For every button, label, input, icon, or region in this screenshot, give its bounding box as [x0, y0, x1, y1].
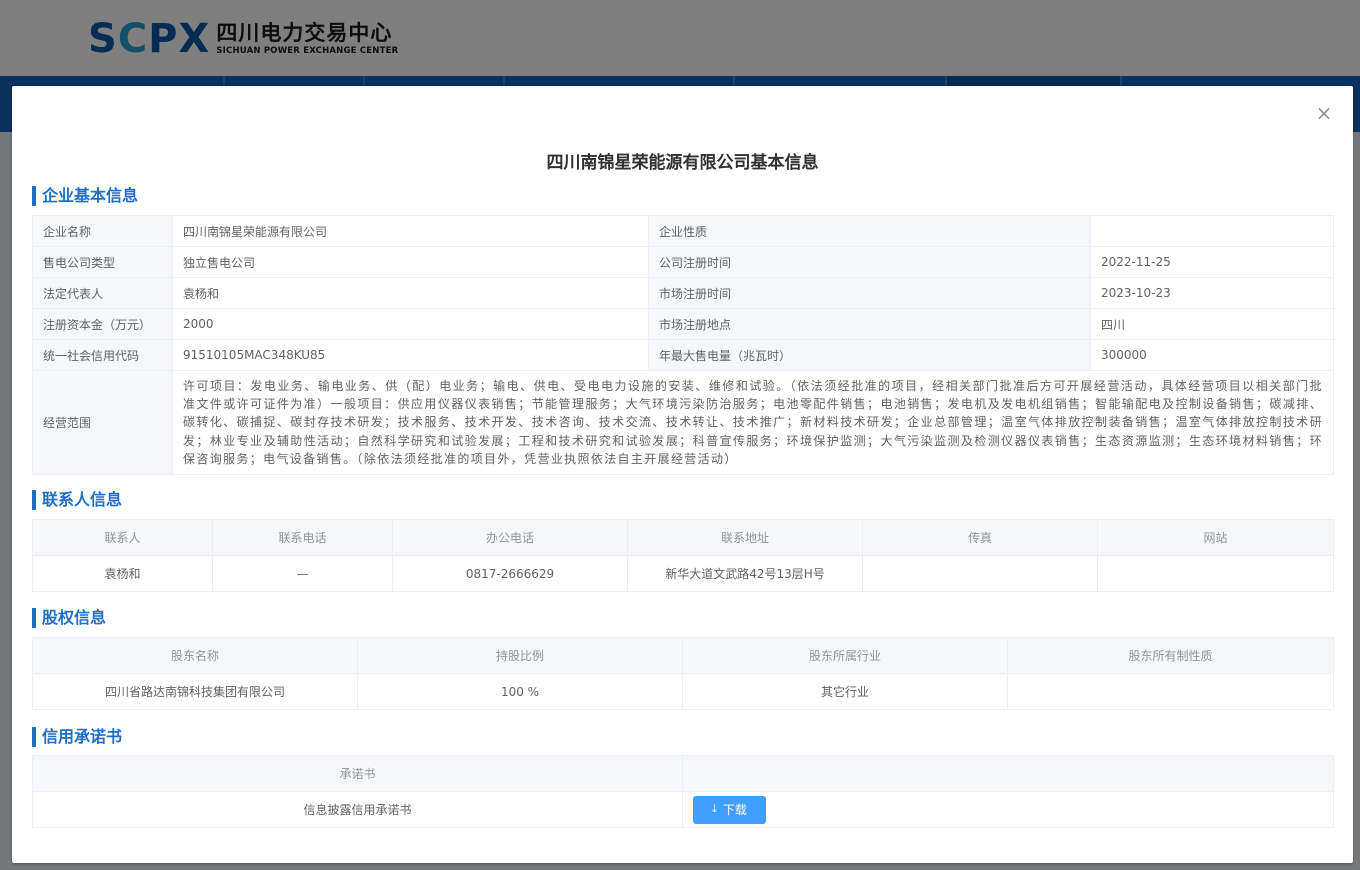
- commitment-action-cell: ⤓ 下载: [682, 791, 1334, 828]
- contacts-column-header: 联系电话: [212, 519, 393, 556]
- equity-column-header: 股东名称: [32, 637, 358, 674]
- business-scope-label: 经营范围: [32, 370, 173, 475]
- download-button-label: 下载: [722, 803, 747, 817]
- credit-column-header: 承诺书: [32, 755, 683, 792]
- info-value: 91510105MAC348KU85: [172, 339, 649, 371]
- info-value: 四川南锦星荣能源有限公司: [172, 215, 649, 247]
- contacts-column-header: 联系人: [32, 519, 213, 556]
- info-label: 企业性质: [648, 215, 1091, 247]
- contacts-cell: 0817-2666629: [392, 555, 628, 592]
- info-value: 2022-11-25: [1090, 246, 1334, 278]
- basic-info-table: 企业名称 四川南锦星荣能源有限公司 企业性质 售电公司类型 独立售电公司 公司注册时间 20…: [32, 215, 1334, 475]
- info-value: 袁杨和: [172, 277, 649, 309]
- info-label: 公司注册时间: [648, 246, 1091, 278]
- info-label: 统一社会信用代码: [32, 339, 173, 371]
- info-value: 独立售电公司: [172, 246, 649, 278]
- section-title-credit: 信用承诺书: [32, 727, 122, 747]
- table-row: 袁杨和 —0817-2666629 新华大道文武路42号13层H号: [32, 555, 1334, 592]
- commitment-name: 信息披露信用承诺书: [32, 791, 683, 828]
- info-row: 法定代表人 袁杨和 市场注册时间 2023-10-23: [32, 277, 1334, 309]
- info-row: 注册资本金（万元） 2000 市场注册地点 四川: [32, 308, 1334, 340]
- equity-cell: [1007, 673, 1334, 710]
- equity-table: 股东名称 持股比例 股东所属行业 股东所有制性质 四川省路达南锦科技集团有限公司 100…: [32, 637, 1334, 710]
- contacts-cell: [862, 555, 1098, 592]
- info-row: 统一社会信用代码 91510105MAC348KU85 年最大售电量（兆瓦时） 300…: [32, 339, 1334, 371]
- info-value: 300000: [1090, 339, 1334, 371]
- contacts-cell: 新华大道文武路42号13层H号: [627, 555, 863, 592]
- info-value: 2000: [172, 308, 649, 340]
- contacts-cell: 袁杨和: [32, 555, 213, 592]
- business-scope-value: 许可项目：发电业务、输电业务、供（配）电业务；输电、供电、受电电力设施的安装、维…: [172, 370, 1334, 475]
- info-value: [1090, 215, 1334, 247]
- section-title-basic-info: 企业基本信息: [32, 186, 138, 206]
- info-row: 售电公司类型 独立售电公司 公司注册时间 2022-11-25: [32, 246, 1334, 278]
- contacts-cell: —: [212, 555, 393, 592]
- company-info-dialog: × 四川南锦星荣能源有限公司基本信息 企业基本信息 企业名称 四川南锦星荣能源有限…: [12, 86, 1353, 863]
- info-label: 市场注册时间: [648, 277, 1091, 309]
- download-icon: ⤓: [712, 803, 717, 815]
- credit-column-header: [682, 755, 1334, 792]
- equity-column-header: 股东所有制性质: [1007, 637, 1334, 674]
- info-label: 注册资本金（万元）: [32, 308, 173, 340]
- contacts-column-header: 联系地址: [627, 519, 863, 556]
- info-value: 2023-10-23: [1090, 277, 1334, 309]
- credit-table: 承诺书 信息披露信用承诺书 ⤓ 下载: [32, 755, 1334, 828]
- info-label: 售电公司类型: [32, 246, 173, 278]
- dialog-title: 四川南锦星荣能源有限公司基本信息: [546, 153, 819, 173]
- info-label: 市场注册地点: [648, 308, 1091, 340]
- info-row: 企业名称 四川南锦星荣能源有限公司 企业性质: [32, 215, 1334, 247]
- info-label: 法定代表人: [32, 277, 173, 309]
- info-label: 年最大售电量（兆瓦时）: [648, 339, 1091, 371]
- info-label: 企业名称: [32, 215, 173, 247]
- section-title-contacts: 联系人信息: [32, 490, 122, 510]
- contacts-column-header: 传真: [862, 519, 1098, 556]
- info-row-scope: 经营范围 许可项目：发电业务、输电业务、供（配）电业务；输电、供电、受电电力设施的…: [32, 370, 1334, 475]
- contacts-cell: [1097, 555, 1334, 592]
- table-row: 四川省路达南锦科技集团有限公司 100 % 其它行业: [32, 673, 1334, 710]
- contacts-table: 联系人 联系电话 办公电话 联系地址 传真 网站 袁杨和 —0817-2666629 新华大道…: [32, 519, 1334, 592]
- contacts-column-header: 网站: [1097, 519, 1334, 556]
- close-icon[interactable]: ×: [1315, 103, 1333, 123]
- equity-cell: 其它行业: [682, 673, 1008, 710]
- download-button[interactable]: ⤓ 下载: [693, 795, 766, 824]
- contacts-column-header: 办公电话: [392, 519, 628, 556]
- section-title-equity: 股权信息: [32, 608, 106, 628]
- table-row: 信息披露信用承诺书 ⤓ 下载: [32, 791, 1334, 828]
- equity-column-header: 股东所属行业: [682, 637, 1008, 674]
- equity-column-header: 持股比例: [357, 637, 683, 674]
- info-value: 四川: [1090, 308, 1334, 340]
- equity-cell: 四川省路达南锦科技集团有限公司: [32, 673, 358, 710]
- equity-cell: 100 %: [357, 673, 683, 710]
